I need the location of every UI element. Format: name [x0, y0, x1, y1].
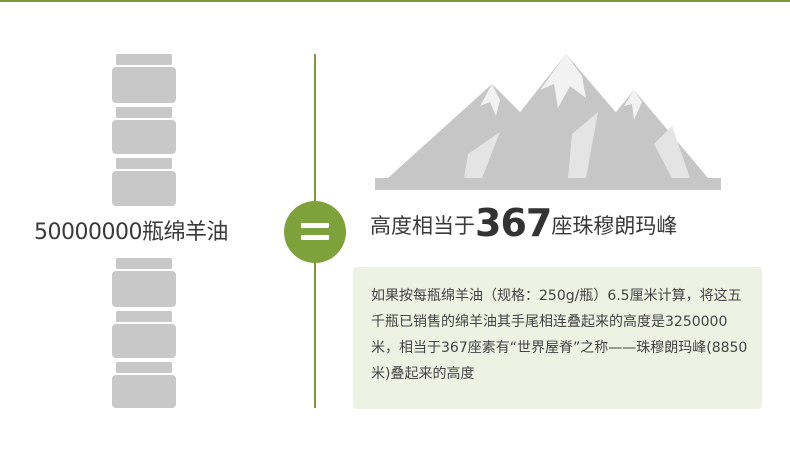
divider-top [314, 54, 316, 202]
divider-bottom [314, 262, 316, 408]
description-text: 如果按每瓶绵羊油（规格：250g/瓶）6.5厘米计算，将这五千瓶已销售的绵羊油其… [371, 288, 748, 382]
headline-suffix: 座珠穆朗玛峰 [551, 214, 678, 238]
headline-number: 367 [475, 201, 552, 245]
top-rule [0, 0, 790, 2]
description-box: 如果按每瓶绵羊油（规格：250g/瓶）6.5厘米计算，将这五千瓶已销售的绵羊油其… [353, 267, 762, 409]
headline: 高度相当于367座珠穆朗玛峰 [370, 201, 677, 245]
equals-icon [284, 201, 346, 263]
mountain-icon [375, 54, 721, 190]
headline-prefix: 高度相当于 [370, 214, 475, 238]
bottle-count-label: 50000000瓶绵羊油 [34, 220, 228, 245]
bottle-stack-icon [112, 258, 176, 410]
bottle-stack-icon [112, 54, 176, 206]
